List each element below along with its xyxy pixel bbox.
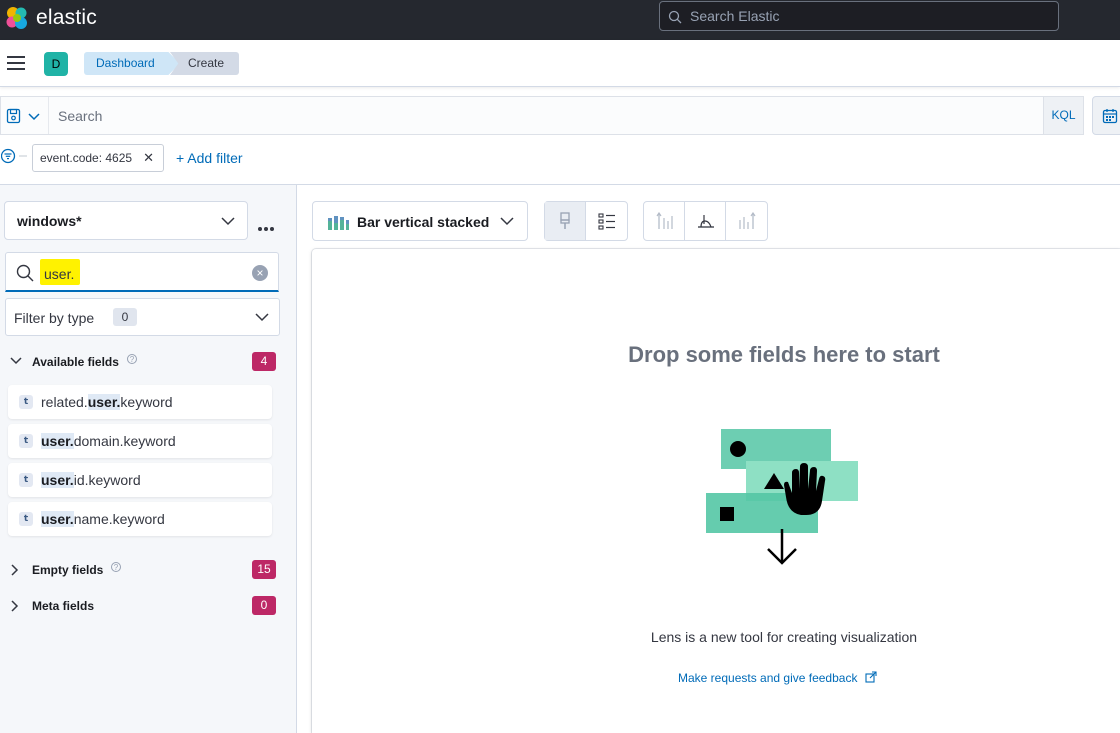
space-avatar[interactable]: D bbox=[44, 52, 68, 76]
string-type-icon: t bbox=[19, 512, 33, 526]
breadcrumb-create: Create bbox=[170, 52, 239, 75]
empty-fields-title: Empty fields bbox=[32, 563, 104, 577]
bottom-axis-button[interactable] bbox=[685, 202, 726, 240]
add-filter-button[interactable]: + Add filter bbox=[176, 150, 243, 166]
index-pattern-picker[interactable]: windows* bbox=[4, 201, 248, 240]
query-language-button[interactable]: KQL bbox=[1043, 97, 1083, 134]
filter-pill-label: event.code: 4625 bbox=[40, 151, 133, 165]
chevron-down-icon bbox=[10, 357, 22, 365]
help-icon[interactable]: ? bbox=[111, 562, 121, 572]
meta-fields-title: Meta fields bbox=[32, 599, 95, 613]
display-options-group bbox=[544, 201, 628, 241]
top-header: elastic bbox=[0, 0, 1120, 40]
feedback-link[interactable]: Make requests and give feedback bbox=[678, 671, 877, 685]
meta-fields-count: 0 bbox=[252, 596, 276, 615]
save-icon bbox=[6, 108, 21, 124]
left-axis-button[interactable] bbox=[644, 202, 685, 240]
field-search-value: user. bbox=[40, 259, 81, 285]
bar-chart-icon bbox=[328, 216, 349, 230]
help-icon[interactable]: ? bbox=[127, 354, 137, 364]
chart-type-switcher[interactable]: Bar vertical stacked bbox=[312, 201, 528, 241]
string-type-icon: t bbox=[19, 473, 33, 487]
more-options-icon[interactable] bbox=[258, 218, 278, 231]
available-fields-count: 4 bbox=[252, 352, 276, 371]
chevron-down-icon bbox=[28, 113, 40, 121]
menu-icon[interactable] bbox=[7, 56, 25, 70]
field-search-input[interactable]: user. × bbox=[5, 252, 279, 292]
saved-query-menu[interactable] bbox=[1, 97, 49, 134]
field-name: user.domain.keyword bbox=[41, 433, 176, 449]
search-icon bbox=[668, 10, 682, 24]
query-bar: KQL bbox=[0, 96, 1084, 135]
chevron-down-icon bbox=[500, 217, 514, 226]
field-sidebar: windows* user. × Filter by type 0 Availa… bbox=[0, 185, 296, 733]
field-name: related.user.keyword bbox=[41, 394, 173, 410]
date-picker-button[interactable] bbox=[1092, 96, 1120, 135]
query-search-input[interactable] bbox=[50, 97, 1042, 134]
chart-type-label: Bar vertical stacked bbox=[357, 214, 490, 230]
chevron-down-icon bbox=[221, 217, 235, 226]
global-search-input[interactable] bbox=[690, 2, 1050, 30]
field-item[interactable]: t user.id.keyword bbox=[8, 463, 272, 497]
clear-search-icon[interactable]: × bbox=[252, 265, 268, 281]
visual-options-button[interactable] bbox=[545, 202, 586, 240]
bottom-axis-icon bbox=[698, 215, 714, 228]
list-icon bbox=[598, 213, 615, 230]
field-item[interactable]: t user.name.keyword bbox=[8, 502, 272, 536]
brush-icon bbox=[560, 212, 570, 229]
chevron-down-icon bbox=[255, 313, 269, 322]
chevron-right-icon bbox=[11, 564, 19, 576]
breadcrumb-dashboard[interactable]: Dashboard bbox=[84, 52, 180, 75]
workspace-title: Drop some fields here to start bbox=[628, 342, 940, 367]
search-icon bbox=[16, 264, 34, 282]
brand-name: elastic bbox=[36, 6, 97, 29]
right-axis-icon bbox=[739, 212, 756, 229]
empty-fields-header[interactable]: Empty fields ? 15 bbox=[8, 560, 280, 580]
filter-by-type-button[interactable]: Filter by type 0 bbox=[5, 298, 280, 336]
filter-by-type-label: Filter by type bbox=[14, 310, 95, 326]
field-name: user.name.keyword bbox=[41, 511, 165, 527]
field-item[interactable]: t user.domain.keyword bbox=[8, 424, 272, 458]
drop-fields-illustration bbox=[706, 429, 858, 565]
elastic-logo-icon[interactable] bbox=[4, 5, 30, 31]
left-axis-icon bbox=[656, 212, 673, 229]
right-axis-button[interactable] bbox=[726, 202, 767, 240]
external-link-icon bbox=[865, 671, 877, 683]
workspace-description: Lens is a new tool for creating visualiz… bbox=[650, 629, 918, 645]
lens-workspace[interactable]: Drop some fields here to start Lens is a… bbox=[312, 249, 1120, 733]
sidebar-divider bbox=[296, 185, 297, 733]
legend-options-button[interactable] bbox=[586, 202, 627, 240]
available-fields-title: Available fields bbox=[32, 355, 119, 369]
string-type-icon: t bbox=[19, 434, 33, 448]
available-fields-header[interactable]: Available fields ? 4 bbox=[8, 352, 280, 372]
filter-pill[interactable]: event.code: 4625 ✕ bbox=[32, 144, 164, 172]
nav-bar: D Dashboard Create bbox=[0, 40, 1120, 87]
axis-options-group bbox=[643, 201, 768, 241]
field-name: user.id.keyword bbox=[41, 472, 141, 488]
field-item[interactable]: t related.user.keyword bbox=[8, 385, 272, 419]
remove-filter-icon[interactable]: ✕ bbox=[143, 145, 154, 171]
index-pattern-label: windows* bbox=[17, 213, 82, 229]
meta-fields-header[interactable]: Meta fields 0 bbox=[8, 596, 280, 616]
chevron-right-icon bbox=[11, 600, 19, 612]
calendar-icon bbox=[1102, 109, 1118, 124]
feedback-link-label: Make requests and give feedback bbox=[678, 671, 858, 685]
empty-fields-count: 15 bbox=[252, 560, 276, 579]
global-search[interactable] bbox=[659, 1, 1059, 31]
filter-menu-icon[interactable] bbox=[1, 148, 27, 164]
filter-by-type-count: 0 bbox=[113, 308, 137, 326]
string-type-icon: t bbox=[19, 395, 33, 409]
